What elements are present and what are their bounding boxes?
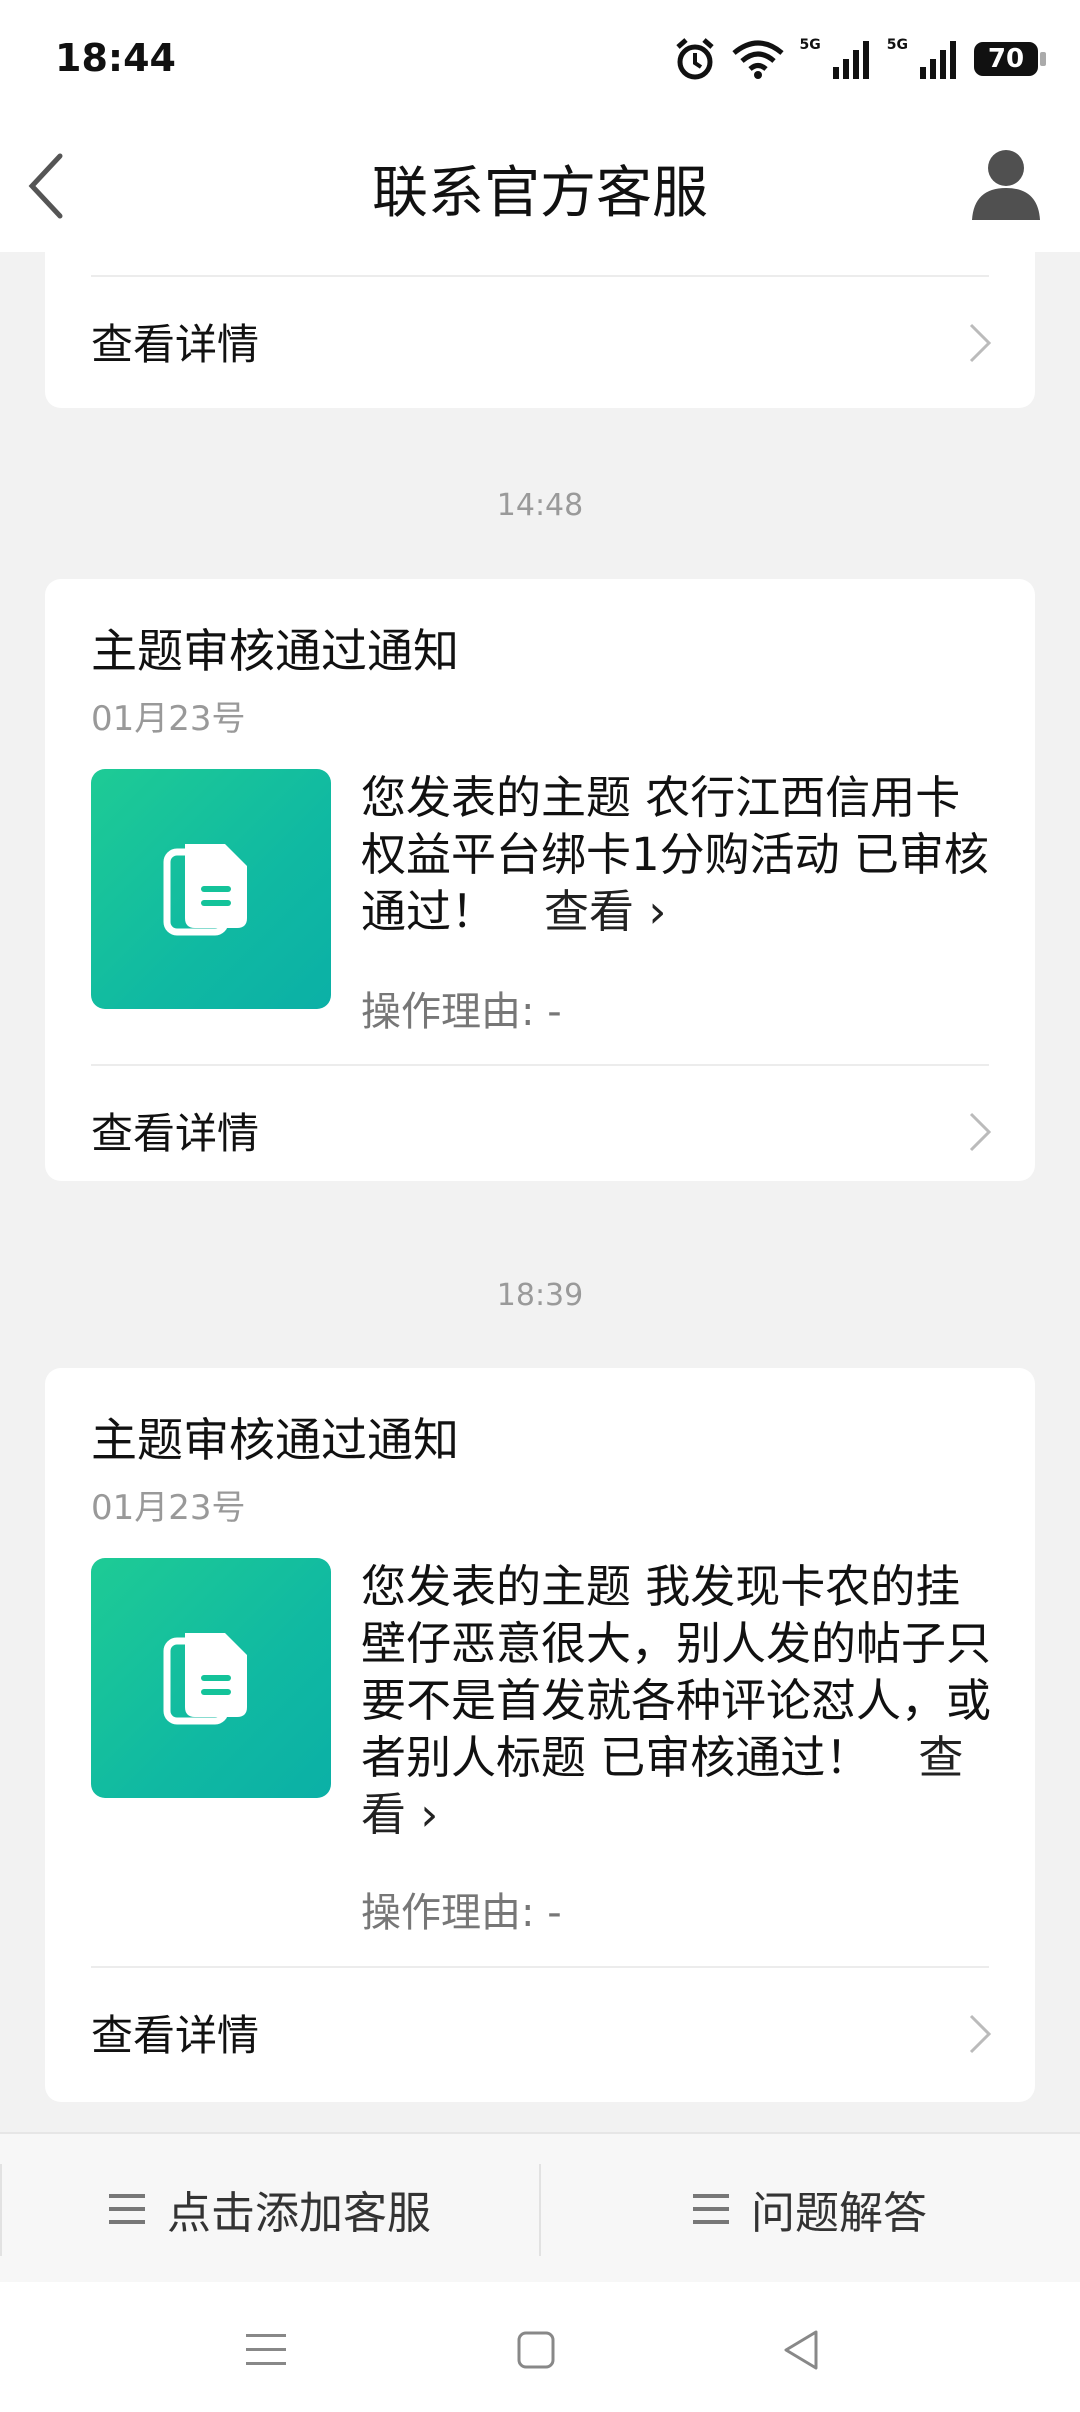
card-title: 主题审核通过通知 [91, 1413, 459, 1467]
chevron-right-icon [969, 2014, 992, 2054]
document-icon [163, 844, 247, 936]
faq-label: 问题解答 [751, 2188, 927, 2239]
card-date: 01月23号 [91, 699, 246, 739]
message-card: 主题审核通过通知 01月23号 您发表的主题 我发现卡农的挂壁仔恶意很大，别人发… [45, 1368, 1035, 2102]
app-header: 联系官方客服 [0, 120, 1080, 252]
nav-back-button[interactable] [772, 2322, 832, 2378]
bottom-menu: 点击添加客服 问题解答 [0, 2132, 1080, 2284]
operation-reason: 操作理由: - [361, 1890, 562, 1936]
message-feed[interactable]: 查看详情 14:48 主题审核通过通知 01月23号 您发表的主题 农行江西信用… [0, 252, 1080, 2132]
back-triangle-icon [784, 2330, 818, 2370]
menu-lines-icon [693, 2194, 729, 2224]
view-details-label: 查看详情 [91, 2011, 260, 2060]
user-avatar-button[interactable] [968, 144, 1044, 224]
card-body: 您发表的主题 农行江西信用卡权益平台绑卡1分购活动 已审核通过！ 查看 › [361, 769, 1001, 940]
document-icon [163, 1633, 247, 1725]
wifi-icon [731, 40, 784, 79]
message-timestamp: 14:48 [496, 488, 584, 523]
chevron-right-icon [969, 1112, 992, 1152]
signal-icon [832, 41, 869, 79]
view-details-row[interactable]: 查看详情 [45, 1066, 1035, 1181]
view-details-label: 查看详情 [91, 1109, 260, 1158]
message-card: 查看详情 [45, 252, 1035, 408]
view-details-label: 查看详情 [91, 320, 260, 369]
page-title: 联系官方客服 [372, 161, 708, 226]
add-service-button[interactable]: 点击添加客服 [0, 2134, 540, 2284]
view-link[interactable]: 查看 › [544, 885, 666, 938]
card-thumbnail[interactable] [91, 769, 331, 1009]
battery-indicator: 70 [974, 42, 1046, 76]
card-title: 主题审核通过通知 [91, 624, 459, 678]
signal-icon-2 [920, 41, 956, 79]
message-timestamp: 18:39 [496, 1278, 584, 1313]
card-body: 您发表的主题 我发现卡农的挂壁仔恶意很大，别人发的帖子只要不是首发就各种评论怼人… [361, 1558, 1001, 1843]
network-type-label-2: 5G [886, 37, 908, 53]
status-icons: 5G 5G 70 [674, 34, 1046, 84]
card-date: 01月23号 [91, 1488, 246, 1528]
view-details-row[interactable]: 查看详情 [45, 277, 1035, 408]
home-square-icon [517, 2331, 555, 2369]
nav-recents-button[interactable] [236, 2322, 296, 2378]
add-service-label: 点击添加客服 [167, 2188, 431, 2239]
menu-lines-icon [109, 2194, 145, 2224]
menu-lines-icon [246, 2334, 286, 2365]
chevron-right-icon [969, 323, 992, 363]
user-avatar-icon [972, 150, 1040, 220]
view-details-row[interactable]: 查看详情 [45, 1968, 1035, 2100]
faq-button[interactable]: 问题解答 [540, 2134, 1080, 2284]
message-card: 主题审核通过通知 01月23号 您发表的主题 农行江西信用卡权益平台绑卡1分购活… [45, 579, 1035, 1181]
nav-home-button[interactable] [506, 2322, 566, 2378]
operation-reason: 操作理由: - [361, 989, 562, 1035]
alarm-icon [675, 38, 714, 80]
status-bar: 18:44 5G 5G 70 [0, 0, 1080, 120]
card-body-text: 您发表的主题 我发现卡农的挂壁仔恶意很大，别人发的帖子只要不是首发就各种评论怼人… [361, 1560, 992, 1784]
system-nav-bar [0, 2282, 1080, 2412]
card-thumbnail[interactable] [91, 1558, 331, 1798]
card-body-text: 您发表的主题 农行江西信用卡权益平台绑卡1分购活动 已审核通过！ [361, 771, 989, 938]
network-type-label: 5G [799, 37, 821, 53]
status-time: 18:44 [55, 36, 176, 80]
